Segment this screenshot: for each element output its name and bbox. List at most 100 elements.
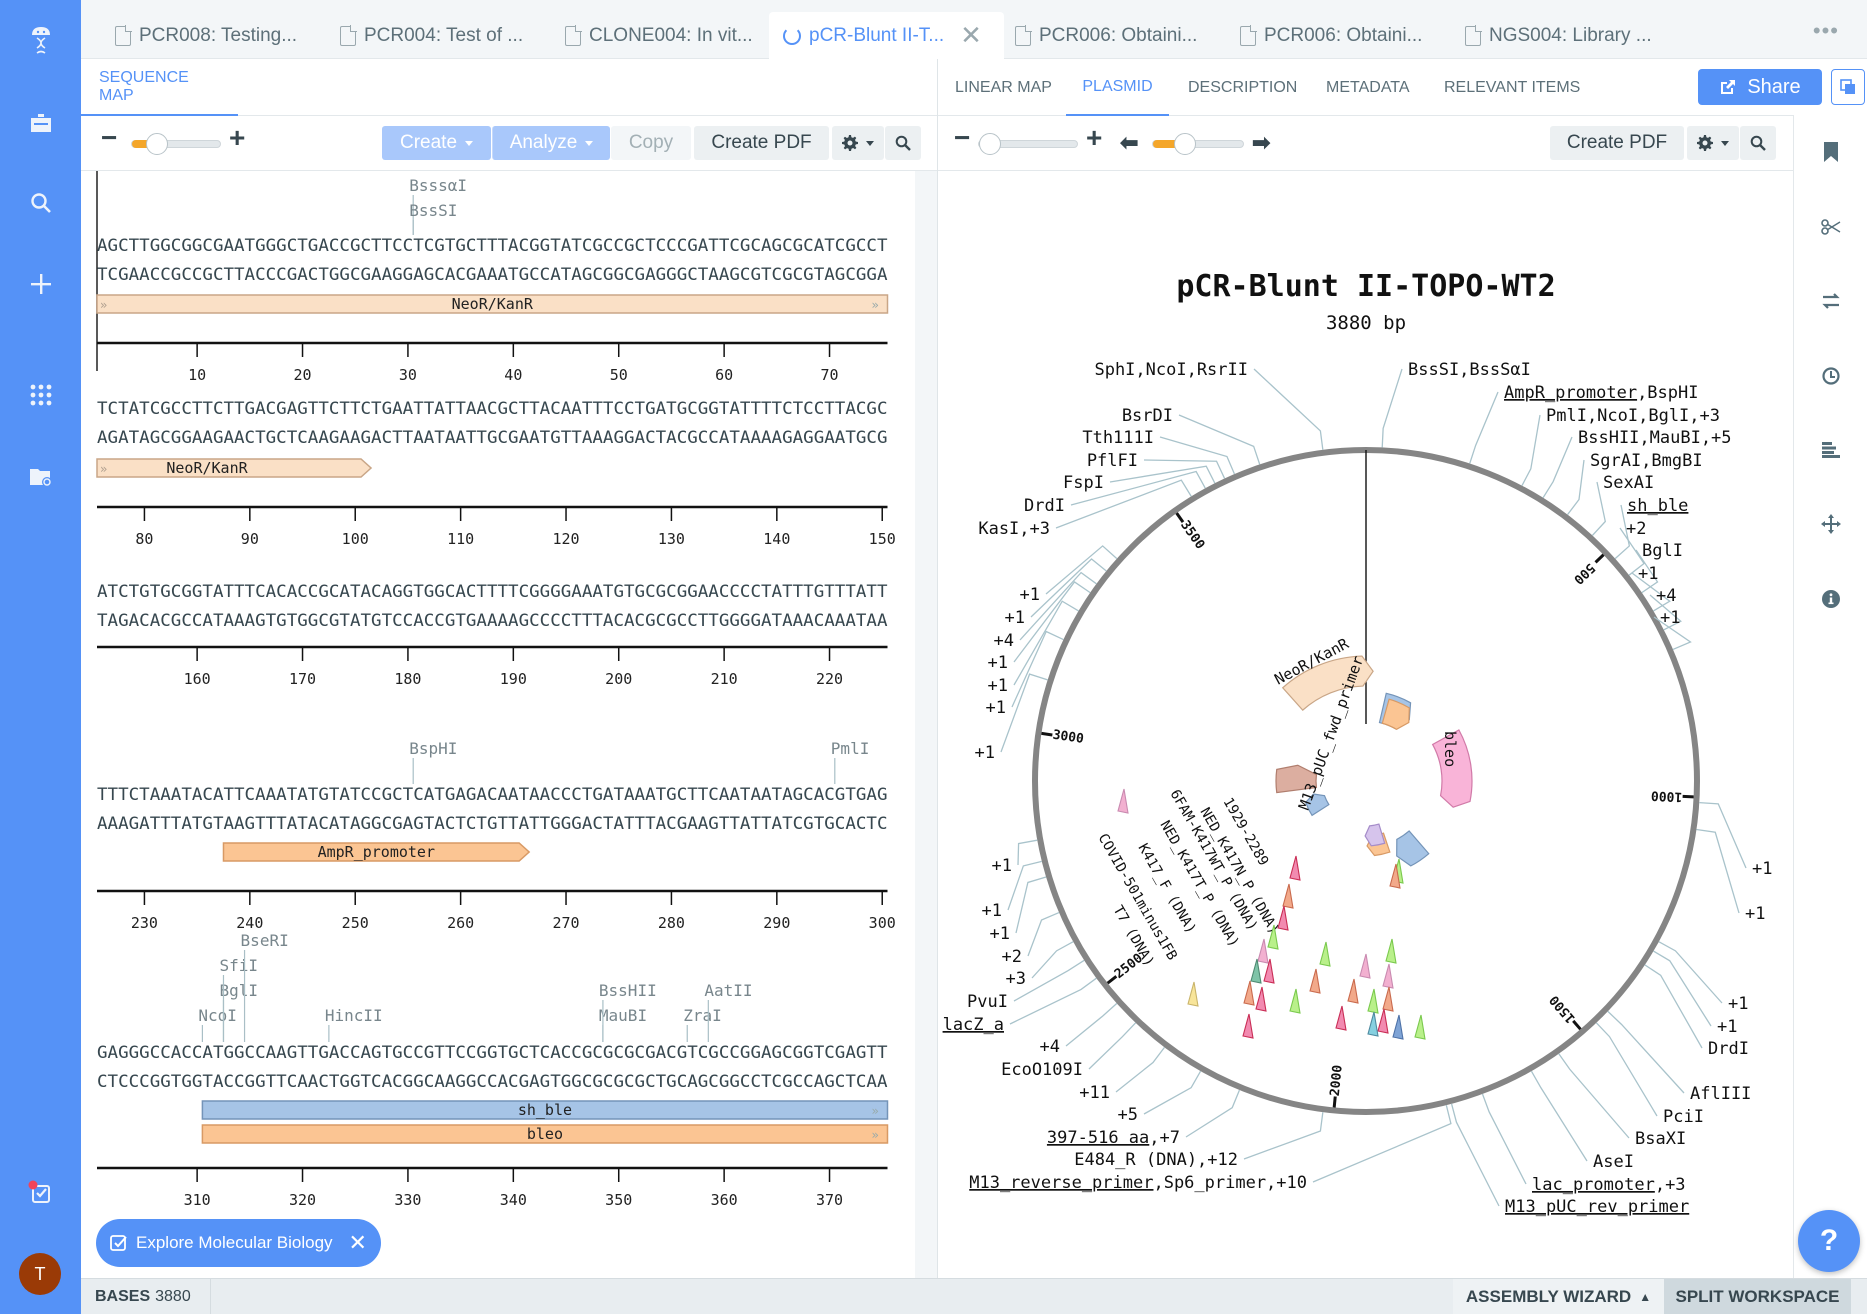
create-dropdown-button[interactable]: Create bbox=[382, 126, 491, 160]
move-icon[interactable] bbox=[1794, 506, 1867, 542]
sequence-top-strand[interactable]: AGCTTGGCGGCGAATGGGCTGACCGCTTCCTCGTGCTTTA… bbox=[97, 236, 888, 256]
enzyme-label[interactable]: BssHII bbox=[599, 981, 657, 1000]
bookmark-icon[interactable] bbox=[1794, 134, 1867, 170]
primer-marker[interactable] bbox=[1359, 953, 1371, 979]
help-button[interactable]: ? bbox=[1798, 1210, 1860, 1272]
site-label[interactable]: +1 bbox=[986, 698, 1006, 718]
primer-marker[interactable] bbox=[1392, 1014, 1404, 1040]
primer-marker[interactable] bbox=[1367, 1011, 1379, 1037]
enzyme-label[interactable]: ZraI bbox=[683, 1006, 722, 1025]
site-label[interactable]: sh_ble bbox=[1627, 496, 1688, 516]
primer-marker[interactable] bbox=[1257, 938, 1269, 964]
tab-ngs004[interactable]: NGS004: Library ... bbox=[1451, 12, 1666, 59]
site-label[interactable]: +1 bbox=[1020, 585, 1040, 605]
sequence-top-strand[interactable]: TCTATCGCCTTCTTGACGAGTTCTTCTGAATTATTAACGC… bbox=[97, 399, 888, 419]
tab-pcr006-a[interactable]: PCR006: Obtaini... bbox=[1001, 12, 1211, 59]
site-label[interactable]: +1 bbox=[982, 901, 1002, 921]
site-label[interactable]: BglI bbox=[1642, 541, 1683, 561]
sequence-bottom-strand[interactable]: AGATAGCGGAAGAACTGCTCAAGAAGACTTAATAATTGCG… bbox=[97, 428, 888, 448]
tasks-icon[interactable] bbox=[0, 1173, 81, 1213]
site-label[interactable]: +1 bbox=[990, 924, 1010, 944]
sequence-bottom-strand[interactable]: TAGACACGCCATAAAGTGTGGCGTATGTCCACCGTGAAAA… bbox=[97, 611, 888, 631]
create-plus-icon[interactable] bbox=[0, 264, 81, 304]
feature-label[interactable]: bleo bbox=[527, 1125, 563, 1143]
site-label[interactable]: +3 bbox=[1006, 969, 1026, 989]
settings-dropdown-button[interactable] bbox=[1687, 126, 1739, 160]
site-label[interactable]: +1 bbox=[1638, 564, 1658, 584]
enzyme-label[interactable]: AatII bbox=[704, 981, 752, 1000]
site-label[interactable]: SgrAI,BmgBI bbox=[1590, 451, 1703, 471]
folder-sync-icon[interactable] bbox=[0, 457, 81, 497]
primer-marker[interactable] bbox=[1117, 788, 1129, 814]
site-label[interactable]: FspI bbox=[1063, 473, 1104, 493]
zoom-in-button[interactable]: + bbox=[1086, 122, 1102, 154]
zoom-slider-handle[interactable] bbox=[979, 133, 1001, 155]
site-label[interactable]: AflIII bbox=[1690, 1084, 1751, 1104]
enzyme-label[interactable]: HincII bbox=[325, 1006, 383, 1025]
site-label[interactable]: +1 bbox=[992, 856, 1012, 876]
site-label[interactable]: +1 bbox=[1752, 859, 1772, 879]
site-label[interactable]: Tth111I bbox=[1082, 428, 1154, 448]
tab-metadata[interactable]: METADATA bbox=[1326, 59, 1410, 116]
feature-label[interactable]: NeoR/KanR bbox=[166, 459, 248, 477]
site-label[interactable]: BssHII,MauBI,+5 bbox=[1578, 428, 1732, 448]
site-label[interactable]: BssSI,BssSαI bbox=[1408, 360, 1531, 380]
site-label[interactable]: +4 bbox=[1656, 586, 1676, 606]
zoom-slider[interactable] bbox=[131, 133, 221, 155]
site-label[interactable]: DrdI bbox=[1708, 1039, 1749, 1059]
tab-clone004[interactable]: CLONE004: In vit... bbox=[551, 12, 767, 59]
site-label[interactable]: PmlI,NcoI,BglI,+3 bbox=[1546, 406, 1720, 426]
more-tabs-icon[interactable]: ••• bbox=[1813, 18, 1839, 44]
site-label[interactable]: +2 bbox=[1626, 519, 1646, 539]
primer-marker[interactable] bbox=[1385, 938, 1397, 964]
apps-grid-icon[interactable] bbox=[0, 375, 81, 415]
tab-linear-map[interactable]: LINEAR MAP bbox=[955, 59, 1052, 116]
split-workspace-button[interactable]: SPLIT WORKSPACE bbox=[1664, 1279, 1851, 1314]
primer-marker[interactable] bbox=[1382, 986, 1394, 1012]
feature-label[interactable]: AmpR_promoter bbox=[318, 843, 435, 861]
plasmid-map[interactable]: pCR-Blunt II-TOPO-WT2 3880 bp 500 1000 1500 2… bbox=[938, 171, 1793, 1278]
primer-marker[interactable] bbox=[1242, 1013, 1254, 1039]
site-label[interactable]: M13_reverse_primer,Sp6_primer,+10 bbox=[969, 1173, 1307, 1193]
site-label[interactable]: +1 bbox=[1005, 608, 1025, 628]
tab-pcr008[interactable]: PCR008: Testing... bbox=[101, 12, 311, 59]
sequence-canvas[interactable]: BsssαI BssSI AGCTTGGCGGCGAATGGGCTGACCGCTTC… bbox=[81, 171, 923, 1278]
feature-purple[interactable] bbox=[1364, 823, 1386, 847]
copy-button[interactable]: Copy bbox=[611, 126, 691, 160]
tab-plasmid[interactable]: PLASMID bbox=[1066, 59, 1169, 116]
primer-marker[interactable] bbox=[1250, 958, 1262, 984]
search-sequence-button[interactable] bbox=[885, 126, 921, 160]
tab-description[interactable]: DESCRIPTION bbox=[1188, 59, 1297, 116]
primer-marker[interactable] bbox=[1309, 968, 1321, 994]
sequence-bottom-strand[interactable]: CTCCCGGTGGTACCGGTTCAACTGGTCACGGCAAGGCCAC… bbox=[97, 1072, 888, 1092]
enzyme-label[interactable]: SfiI bbox=[219, 956, 258, 975]
rotate-left-icon[interactable]: ⬅ bbox=[1120, 130, 1138, 156]
site-label[interactable]: +4 bbox=[1040, 1037, 1060, 1057]
site-label[interactable]: AmpR_promoter,BspHI bbox=[1504, 383, 1698, 403]
rotation-slider[interactable] bbox=[1152, 133, 1244, 155]
feature-label-bleo[interactable]: bleo bbox=[1441, 731, 1459, 767]
primer-marker[interactable] bbox=[1414, 1014, 1426, 1040]
duplicate-window-button[interactable] bbox=[1831, 69, 1865, 105]
feature-label[interactable]: NeoR/KanR bbox=[452, 295, 534, 313]
align-icon[interactable] bbox=[1794, 432, 1867, 468]
enzyme-label[interactable]: PmlI bbox=[831, 739, 870, 758]
site-label[interactable]: M13_pUC_rev_primer bbox=[1505, 1197, 1689, 1217]
user-avatar[interactable]: T bbox=[19, 1253, 61, 1295]
search-plasmid-button[interactable] bbox=[1740, 126, 1776, 160]
primer-marker[interactable] bbox=[1382, 963, 1394, 989]
enzyme-label[interactable]: MauBI bbox=[599, 1006, 647, 1025]
tab-pcr006-b[interactable]: PCR006: Obtaini... bbox=[1226, 12, 1436, 59]
primer-marker[interactable] bbox=[1282, 883, 1294, 909]
site-label[interactable]: +1 bbox=[1660, 608, 1680, 628]
site-label[interactable]: BsrDI bbox=[1122, 406, 1173, 426]
tab-pcr-blunt[interactable]: pCR-Blunt II-T... ✕ bbox=[769, 12, 1004, 59]
search-icon[interactable] bbox=[0, 183, 81, 223]
site-label[interactable]: AseI bbox=[1593, 1152, 1634, 1172]
primer-marker[interactable] bbox=[1187, 981, 1199, 1007]
zoom-slider-handle[interactable] bbox=[145, 133, 168, 155]
rotate-right-icon[interactable]: ➡ bbox=[1252, 130, 1270, 156]
site-label[interactable]: EcoO109I bbox=[1001, 1060, 1083, 1080]
create-pdf-button[interactable]: Create PDF bbox=[1550, 126, 1684, 160]
site-label[interactable]: BsaXI bbox=[1635, 1129, 1686, 1149]
